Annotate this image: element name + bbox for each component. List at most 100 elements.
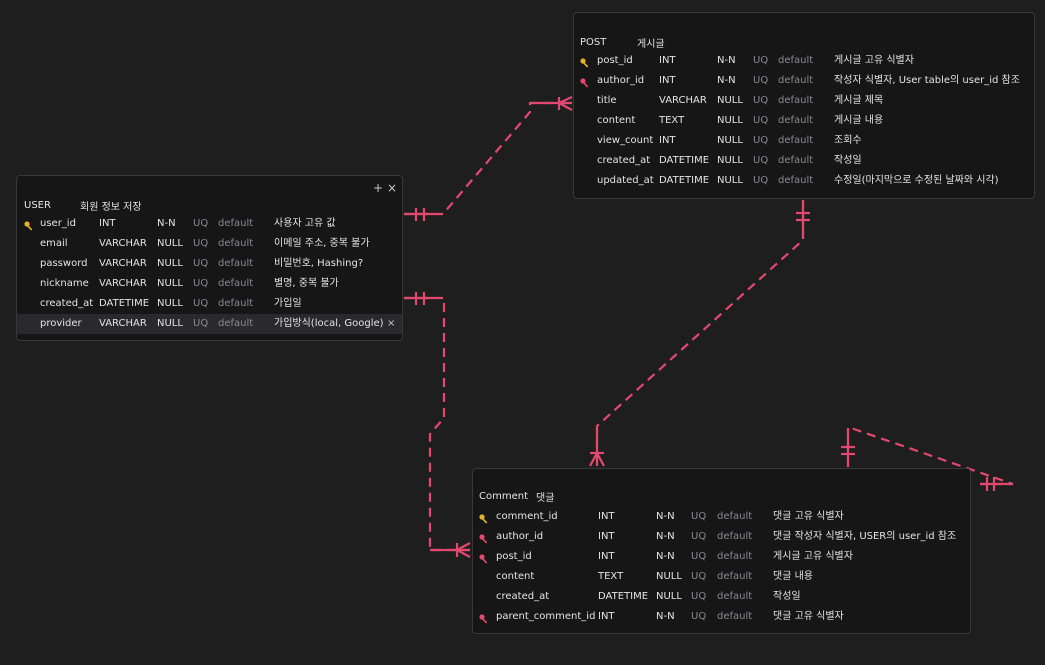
- column-unique[interactable]: UQ: [691, 607, 706, 627]
- delete-column-icon[interactable]: ×: [387, 314, 395, 334]
- column-unique[interactable]: UQ: [753, 71, 768, 91]
- table-header[interactable]: USER 회원 정보 저장 + ×: [17, 176, 402, 213]
- column-row-password[interactable]: password VARCHAR NULL UQ default 비밀번호, Hashin…: [17, 254, 402, 274]
- column-default[interactable]: default: [778, 171, 813, 191]
- column-default[interactable]: default: [717, 547, 752, 567]
- column-nullable[interactable]: N-N: [656, 607, 675, 627]
- column-type[interactable]: INT: [659, 131, 676, 151]
- column-unique[interactable]: UQ: [193, 214, 208, 234]
- column-type[interactable]: DATETIME: [659, 151, 709, 171]
- table-header[interactable]: Comment 댓글: [473, 469, 970, 504]
- column-nullable[interactable]: NULL: [656, 587, 682, 607]
- column-row-post-id[interactable]: post_id INT N-N UQ default 게시글 고유 식별자: [473, 547, 970, 567]
- column-nullable[interactable]: NULL: [717, 171, 743, 191]
- column-type[interactable]: VARCHAR: [99, 254, 147, 274]
- column-type[interactable]: VARCHAR: [99, 274, 147, 294]
- table-comment[interactable]: 댓글: [536, 489, 554, 504]
- column-default[interactable]: default: [778, 151, 813, 171]
- column-default[interactable]: default: [218, 214, 253, 234]
- add-column-icon[interactable]: +: [373, 182, 383, 194]
- column-unique[interactable]: UQ: [193, 294, 208, 314]
- column-nullable[interactable]: NULL: [717, 131, 743, 151]
- column-type[interactable]: VARCHAR: [99, 234, 147, 254]
- column-type[interactable]: INT: [659, 51, 676, 71]
- column-unique[interactable]: UQ: [193, 234, 208, 254]
- column-row-created-at[interactable]: created_at DATETIME NULL UQ default 작성일: [473, 587, 970, 607]
- column-nullable[interactable]: NULL: [157, 234, 183, 254]
- column-type[interactable]: VARCHAR: [99, 314, 147, 334]
- column-row-content[interactable]: content TEXT NULL UQ default 댓글 내용: [473, 567, 970, 587]
- column-name[interactable]: author_id: [496, 527, 543, 547]
- column-name[interactable]: author_id: [597, 71, 644, 91]
- column-unique[interactable]: UQ: [691, 527, 706, 547]
- column-default[interactable]: default: [778, 111, 813, 131]
- table-name[interactable]: POST: [580, 37, 606, 48]
- column-default[interactable]: default: [778, 91, 813, 111]
- close-icon[interactable]: ×: [387, 182, 397, 194]
- column-default[interactable]: default: [778, 131, 813, 151]
- column-type[interactable]: TEXT: [659, 111, 684, 131]
- column-row-author-id[interactable]: author_id INT N-N UQ default 댓글 작성자 식별자, USER…: [473, 527, 970, 547]
- column-type[interactable]: VARCHAR: [659, 91, 707, 111]
- column-comment[interactable]: 별명, 중복 불가: [274, 274, 339, 294]
- column-type[interactable]: INT: [598, 607, 615, 627]
- column-name[interactable]: content: [496, 567, 534, 587]
- column-comment[interactable]: 이메일 주소, 중복 불가: [274, 234, 370, 254]
- column-default[interactable]: default: [717, 587, 752, 607]
- column-default[interactable]: default: [717, 567, 752, 587]
- column-comment[interactable]: 작성일: [834, 151, 862, 171]
- column-comment[interactable]: 댓글 내용: [773, 567, 813, 587]
- column-row-nickname[interactable]: nickname VARCHAR NULL UQ default 별명, 중복 불가: [17, 274, 402, 294]
- column-unique[interactable]: UQ: [691, 567, 706, 587]
- column-unique[interactable]: UQ: [753, 131, 768, 151]
- column-comment[interactable]: 댓글 작성자 식별자, USER의 user_id 참조: [773, 527, 956, 547]
- column-comment[interactable]: 게시글 고유 식별자: [834, 51, 914, 71]
- column-type[interactable]: INT: [598, 547, 615, 567]
- column-default[interactable]: default: [778, 71, 813, 91]
- table-name[interactable]: Comment: [479, 491, 528, 502]
- column-name[interactable]: parent_comment_id: [496, 607, 595, 627]
- column-name[interactable]: content: [597, 111, 635, 131]
- column-unique[interactable]: UQ: [691, 547, 706, 567]
- column-comment[interactable]: 사용자 고유 값: [274, 214, 336, 234]
- column-unique[interactable]: UQ: [753, 91, 768, 111]
- column-comment[interactable]: 게시글 고유 식별자: [773, 547, 853, 567]
- column-default[interactable]: default: [778, 51, 813, 71]
- column-row-created-at[interactable]: created_at DATETIME NULL UQ default 가입일: [17, 294, 402, 314]
- column-comment[interactable]: 게시글 내용: [834, 111, 883, 131]
- column-comment[interactable]: 조회수: [834, 131, 862, 151]
- column-unique[interactable]: UQ: [691, 507, 706, 527]
- column-row-email[interactable]: email VARCHAR NULL UQ default 이메일 주소, 중복 불가: [17, 234, 402, 254]
- column-default[interactable]: default: [218, 314, 253, 334]
- column-name[interactable]: user_id: [40, 214, 76, 234]
- column-type[interactable]: INT: [99, 214, 116, 234]
- column-comment[interactable]: 가입일: [274, 294, 302, 314]
- column-nullable[interactable]: NULL: [717, 91, 743, 111]
- column-row-parent-comment-id[interactable]: parent_comment_id INT N-N UQ default 댓글 고유 식별…: [473, 607, 970, 627]
- column-row-created-at[interactable]: created_at DATETIME NULL UQ default 작성일: [574, 151, 1034, 171]
- column-default[interactable]: default: [218, 254, 253, 274]
- column-default[interactable]: default: [218, 274, 253, 294]
- column-name[interactable]: created_at: [597, 151, 650, 171]
- column-nullable[interactable]: N-N: [656, 547, 675, 567]
- column-nullable[interactable]: NULL: [717, 111, 743, 131]
- column-name[interactable]: updated_at: [597, 171, 654, 191]
- column-default[interactable]: default: [218, 234, 253, 254]
- column-row-post-id[interactable]: post_id INT N-N UQ default 게시글 고유 식별자: [574, 51, 1034, 71]
- column-comment[interactable]: 수정일(마지막으로 수정된 날짜와 시각): [834, 171, 999, 191]
- column-nullable[interactable]: NULL: [157, 274, 183, 294]
- column-unique[interactable]: UQ: [193, 274, 208, 294]
- column-type[interactable]: DATETIME: [659, 171, 709, 191]
- column-comment[interactable]: 가입방식(local, Google): [274, 314, 384, 334]
- column-unique[interactable]: UQ: [193, 314, 208, 334]
- column-unique[interactable]: UQ: [753, 51, 768, 71]
- column-type[interactable]: INT: [659, 71, 676, 91]
- column-row-title[interactable]: title VARCHAR NULL UQ default 게시글 제목: [574, 91, 1034, 111]
- column-nullable[interactable]: NULL: [157, 294, 183, 314]
- column-name[interactable]: comment_id: [496, 507, 558, 527]
- column-nullable[interactable]: NULL: [656, 567, 682, 587]
- column-nullable[interactable]: N-N: [656, 527, 675, 547]
- column-nullable[interactable]: NULL: [717, 151, 743, 171]
- column-name[interactable]: title: [597, 91, 617, 111]
- column-default[interactable]: default: [717, 507, 752, 527]
